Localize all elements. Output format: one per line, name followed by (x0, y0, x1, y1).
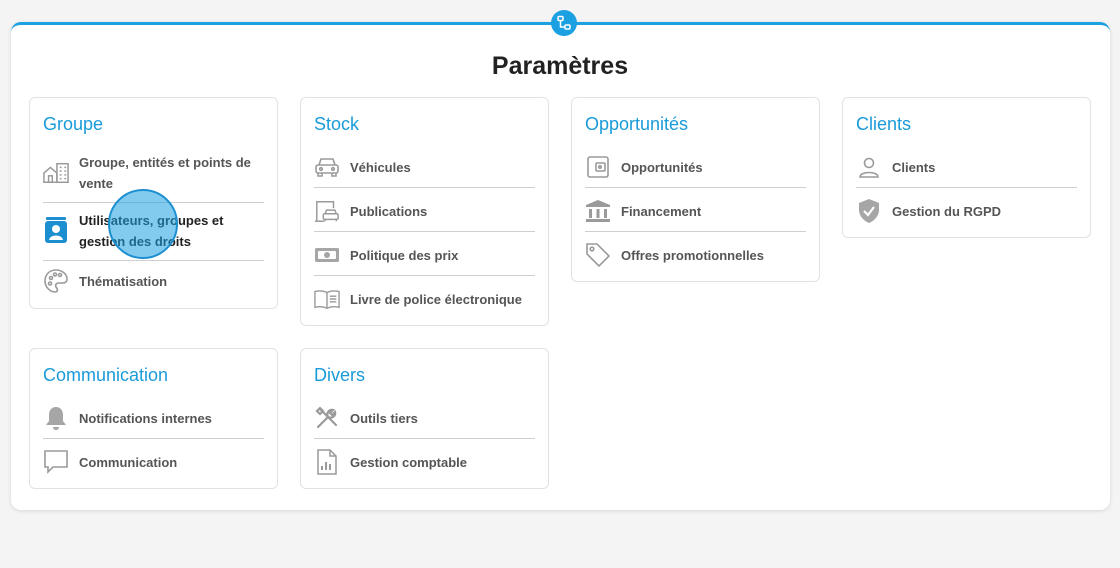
settings-item-label: Véhicules (350, 159, 411, 175)
settings-item-groupe-entites[interactable]: Groupe, entités et points de vente (43, 152, 264, 194)
bell-icon (43, 405, 69, 431)
card-title-opportunites: Opportunités (585, 114, 689, 134)
settings-item-clients[interactable]: Clients (856, 154, 1077, 180)
settings-item-vehicules[interactable]: Véhicules (314, 154, 535, 180)
divider (856, 187, 1077, 188)
divider (314, 187, 535, 188)
divider (43, 438, 264, 439)
settings-item-financement[interactable]: Financement (585, 198, 806, 224)
network-icon (551, 10, 577, 36)
divider (314, 275, 535, 276)
settings-item-gestion-comptable[interactable]: Gestion comptable (314, 449, 535, 475)
card-title-groupe: Groupe (43, 114, 104, 134)
settings-item-offres-promo[interactable]: Offres promotionnelles (585, 242, 806, 268)
speech-bubble-icon (43, 449, 69, 475)
settings-item-label: Gestion comptable (350, 454, 468, 470)
card-communication: Communication Notifications internes Com… (29, 348, 278, 489)
building-icon (43, 160, 69, 186)
open-book-icon (314, 286, 340, 312)
settings-item-label: Outils tiers (350, 410, 418, 426)
tag-icon (585, 242, 611, 268)
settings-item-thematisation[interactable]: Thématisation (43, 268, 264, 294)
tools-icon (314, 405, 340, 431)
divider (585, 187, 806, 188)
card-groupe: Groupe Groupe, entités et points de vent… (29, 97, 278, 309)
bank-icon (585, 198, 611, 224)
settings-item-communication[interactable]: Communication (43, 449, 264, 475)
car-publication-icon (314, 198, 340, 224)
settings-item-politique-prix[interactable]: Politique des prix (314, 242, 535, 268)
divider (314, 231, 535, 232)
divider (314, 438, 535, 439)
settings-item-label: Communication (79, 454, 178, 470)
settings-item-livre-police[interactable]: Livre de police électronique (314, 286, 535, 312)
contact-book-icon (43, 217, 69, 244)
settings-item-label: Financement (621, 203, 702, 219)
settings-item-label: Thématisation (79, 273, 168, 289)
settings-item-label: Opportunités (621, 159, 703, 175)
shield-check-icon (856, 198, 882, 224)
divider (585, 231, 806, 232)
accounting-document-icon (314, 449, 340, 475)
settings-item-utilisateurs[interactable]: Utilisateurs, groupes et gestion des dro… (43, 210, 264, 252)
car-icon (314, 154, 340, 180)
settings-item-outils-tiers[interactable]: Outils tiers (314, 405, 535, 431)
card-title-divers: Divers (314, 365, 366, 385)
settings-item-notifications[interactable]: Notifications internes (43, 405, 264, 431)
settings-item-label: Gestion du RGPD (892, 203, 1002, 219)
card-divers: Divers Outils tiers Gestion comptable (300, 348, 549, 489)
settings-item-label: Clients (892, 159, 936, 175)
banknote-icon (314, 242, 340, 268)
settings-item-label: Groupe, entités et points de vente (79, 155, 251, 191)
settings-item-label: Politique des prix (350, 247, 459, 263)
card-title-communication: Communication (43, 365, 169, 385)
settings-item-publications[interactable]: Publications (314, 198, 535, 224)
card-stock: Stock Véhicules Publications Politique d… (300, 97, 549, 326)
card-title-stock: Stock (314, 114, 360, 134)
palette-icon (43, 268, 69, 294)
wallet-icon (585, 154, 611, 180)
settings-item-label: Utilisateurs, groupes et gestion des dro… (79, 213, 224, 249)
divider (43, 260, 264, 261)
settings-item-label: Publications (350, 203, 428, 219)
card-opportunites: Opportunités Opportunités Financement Of… (571, 97, 820, 282)
card-clients: Clients Clients Gestion du RGPD (842, 97, 1091, 238)
settings-item-label: Offres promotionnelles (621, 247, 765, 263)
settings-item-label: Notifications internes (79, 410, 212, 426)
settings-item-label: Livre de police électronique (350, 291, 522, 307)
settings-item-opportunites[interactable]: Opportunités (585, 154, 806, 180)
user-icon (856, 154, 882, 180)
page-title: Paramètres (491, 52, 629, 80)
divider (43, 202, 264, 203)
card-title-clients: Clients (856, 114, 912, 134)
settings-item-rgpd[interactable]: Gestion du RGPD (856, 198, 1077, 224)
